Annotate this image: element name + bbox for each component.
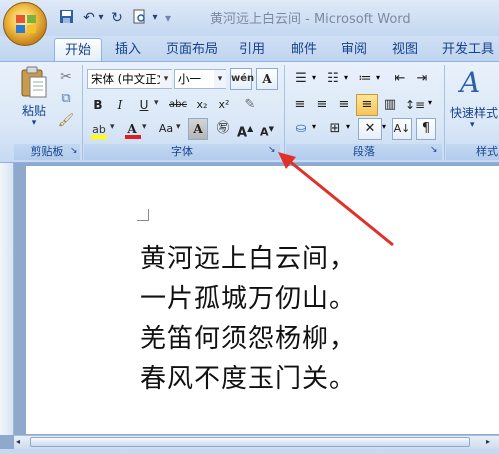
enclose-characters-icon[interactable]: ㊢ (212, 118, 234, 140)
tab-home[interactable]: 开始 (54, 38, 102, 62)
numbering-icon[interactable]: ☷ (322, 68, 344, 90)
window-title: 黄河远上白云间 - Microsoft Word (210, 12, 411, 27)
redo-icon[interactable]: ↻ (108, 9, 126, 27)
horizontal-scroll-thumb[interactable] (30, 437, 470, 447)
italic-button[interactable]: I (110, 94, 130, 116)
print-preview-icon[interactable] (130, 9, 148, 27)
office-logo-icon (16, 15, 36, 33)
font-color-dropdown-icon[interactable]: ▾ (142, 122, 147, 132)
paste-label: 粘贴 (21, 104, 46, 118)
borders-icon[interactable]: ⊞ (324, 118, 346, 140)
paste-button[interactable]: 粘贴 ▾ (16, 66, 52, 128)
save-icon[interactable] (58, 9, 74, 27)
font-group-label: 字体 (84, 144, 280, 160)
group-separator (444, 65, 445, 160)
paste-icon (21, 66, 47, 98)
subscript-button[interactable]: x₂ (192, 94, 212, 116)
change-case-button[interactable]: Aa (154, 118, 178, 140)
align-right-icon[interactable]: ≡ (334, 94, 354, 116)
highlight-button[interactable]: ab (88, 118, 110, 140)
office-button[interactable] (3, 2, 47, 46)
line-spacing-icon[interactable]: ↕≡ (404, 94, 426, 116)
scroll-left-icon[interactable]: ◂ (16, 437, 26, 447)
bullets-icon[interactable]: ☰ (290, 68, 312, 90)
justify-icon[interactable]: ≡ (356, 94, 378, 116)
quick-access-dropdown-icon[interactable]: ▾ (150, 9, 160, 27)
group-separator (82, 65, 83, 160)
grow-font-button[interactable]: A▲ (236, 118, 254, 140)
font-size-value: 小一 (178, 72, 201, 86)
underline-dropdown-icon[interactable]: ▾ (154, 98, 159, 108)
font-size-dropdown-icon[interactable]: ▾ (214, 70, 226, 88)
tab-developer[interactable]: 开发工具 (436, 38, 499, 62)
text-boundary-mark (137, 209, 149, 221)
customize-icon[interactable]: ▾ (162, 9, 174, 27)
shading-icon[interactable]: ⛀ (290, 118, 312, 140)
distributed-icon[interactable]: ▥ (380, 94, 400, 116)
cut-icon[interactable]: ✂ (56, 66, 76, 88)
tab-page-layout[interactable]: 页面布局 (160, 38, 224, 62)
paragraph-dialog-launcher-icon[interactable]: ↘ (430, 145, 438, 155)
tab-review[interactable]: 审阅 (334, 38, 374, 62)
shading-dropdown-icon[interactable]: ▾ (312, 122, 316, 131)
superscript-button[interactable]: x² (214, 94, 234, 116)
paste-dropdown-icon[interactable]: ▾ (16, 118, 52, 128)
styles-group-label: 样式 (446, 144, 499, 160)
highlight-dropdown-icon[interactable]: ▾ (110, 122, 115, 132)
underline-button[interactable]: U (134, 94, 154, 116)
document-line-2[interactable]: 一片孤城万仞山。 (140, 278, 356, 315)
copy-icon[interactable]: ⧉ (56, 88, 76, 110)
group-separator (284, 65, 285, 160)
tab-mailings[interactable]: 邮件 (284, 38, 324, 62)
highlight-color-bar (91, 135, 107, 139)
bold-button[interactable]: B (88, 94, 108, 116)
paragraph-group-label: 段落 (286, 144, 442, 160)
change-case-dropdown-icon[interactable]: ▾ (176, 122, 181, 132)
document-line-3[interactable]: 羌笛何须怨杨柳， (140, 318, 356, 355)
tab-view[interactable]: 视图 (385, 38, 425, 62)
quick-styles-icon: A (460, 66, 481, 99)
chinese-layout-icon[interactable]: ✕ (358, 118, 382, 140)
clipboard-launcher-icon[interactable]: ↘ (70, 146, 78, 156)
font-color-bar (125, 135, 141, 139)
font-dialog-launcher-icon[interactable]: ↘ (268, 145, 276, 155)
multilevel-list-icon[interactable]: ≔ (354, 68, 376, 90)
show-formatting-icon[interactable]: ¶ (416, 118, 436, 140)
shrink-font-button[interactable]: A▼ (258, 118, 276, 140)
quick-styles-dropdown-icon[interactable]: ▾ (470, 120, 475, 130)
decrease-indent-icon[interactable]: ⇤ (390, 68, 410, 90)
line-spacing-dropdown-icon[interactable]: ▾ (428, 98, 432, 107)
tab-references[interactable]: 引用 (232, 38, 272, 62)
chinese-layout-dropdown-icon[interactable]: ▾ (382, 122, 386, 131)
font-color-button[interactable]: A (122, 118, 142, 140)
multilevel-dropdown-icon[interactable]: ▾ (376, 73, 380, 82)
numbering-dropdown-icon[interactable]: ▾ (344, 73, 348, 82)
font-family-dropdown-icon[interactable]: ▾ (160, 70, 172, 88)
phonetic-guide-icon[interactable]: wén (230, 68, 254, 90)
clear-formatting-icon[interactable]: ✎ (240, 94, 260, 116)
character-border-icon[interactable]: A (256, 68, 278, 90)
quick-styles-label: 快速样式 (450, 106, 499, 120)
undo-dropdown-icon[interactable]: ▾ (96, 9, 106, 27)
document-line-1[interactable]: 黄河远上白云间， (140, 238, 356, 275)
sort-icon[interactable]: A↓ (392, 118, 412, 140)
document-line-4[interactable]: 春风不度玉门关。 (140, 358, 356, 395)
quick-styles-button[interactable]: A 快速样式 ▾ (450, 66, 499, 142)
borders-dropdown-icon[interactable]: ▾ (346, 122, 350, 131)
align-center-icon[interactable]: ≡ (312, 94, 332, 116)
format-painter-icon[interactable]: 🖌 (56, 110, 76, 132)
scroll-right-icon[interactable]: ▸ (486, 437, 496, 447)
status-bar (0, 449, 499, 454)
strikethrough-button[interactable]: abc (166, 94, 190, 116)
tab-insert[interactable]: 插入 (108, 38, 148, 62)
vertical-ruler (0, 163, 14, 435)
character-shading-icon[interactable]: A (188, 118, 208, 140)
align-left-icon[interactable]: ≡ (290, 94, 310, 116)
increase-indent-icon[interactable]: ⇥ (412, 68, 432, 90)
bullets-dropdown-icon[interactable]: ▾ (312, 73, 316, 82)
